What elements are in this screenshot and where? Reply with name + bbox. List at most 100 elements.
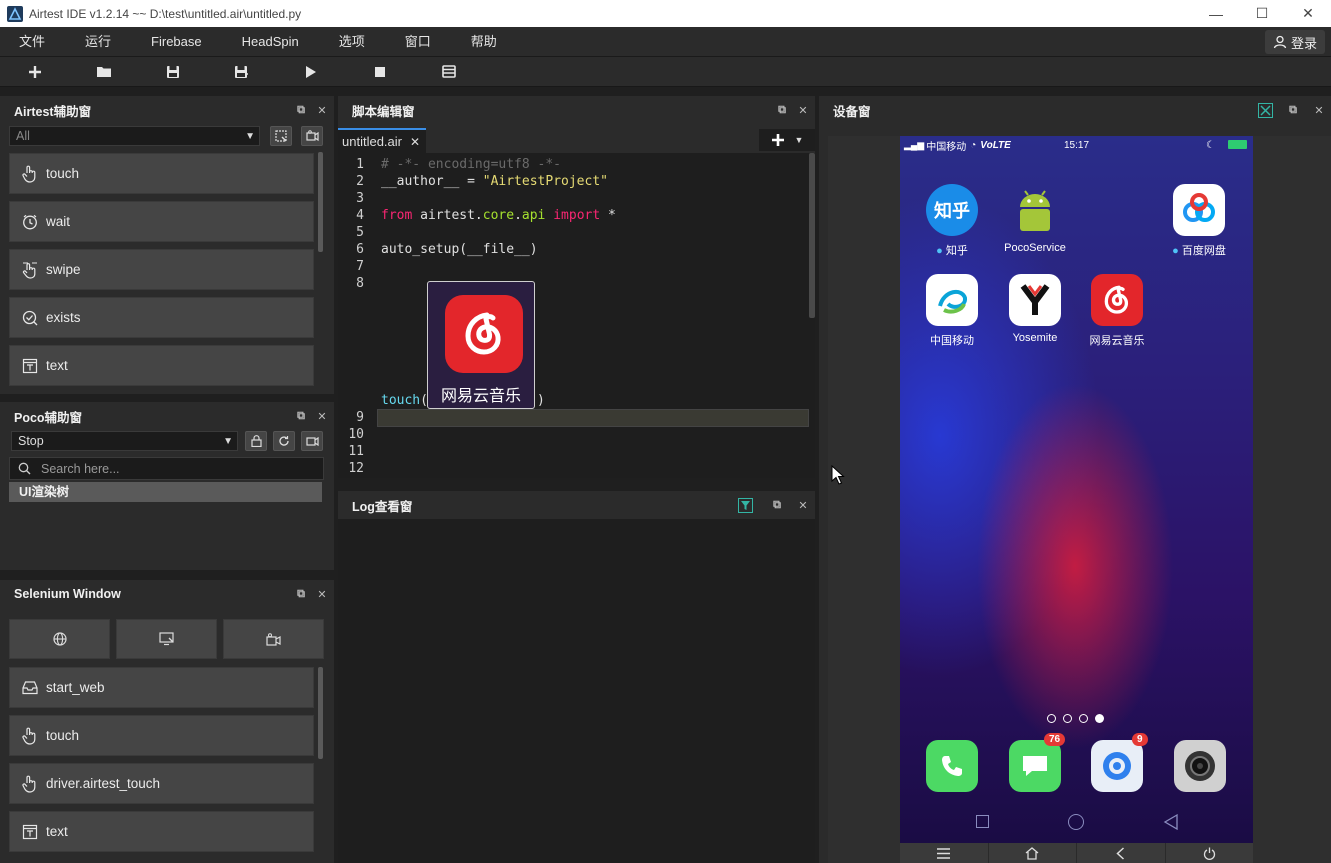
- menu-headspin[interactable]: HeadSpin: [222, 27, 319, 57]
- open-file-button[interactable]: [69, 57, 138, 87]
- refresh-button[interactable]: [273, 431, 295, 451]
- airtest-filter-value: All: [16, 129, 30, 143]
- app-china-mobile[interactable]: 中国移动: [917, 274, 987, 348]
- chevron-down-icon: ▼: [223, 436, 233, 447]
- template-image-thumbnail[interactable]: 网易云音乐: [427, 281, 535, 409]
- close-panel-icon[interactable]: ✕: [797, 499, 809, 512]
- airtest-swipe-button[interactable]: swipe: [9, 249, 314, 290]
- app-baidu-netdisk[interactable]: ● 百度网盘: [1164, 184, 1234, 258]
- airtest-touch-button[interactable]: touch: [9, 153, 314, 194]
- close-panel-icon[interactable]: ✕: [797, 104, 809, 117]
- line-number: 1: [356, 157, 364, 172]
- selenium-start-web-button[interactable]: start_web: [9, 667, 314, 708]
- airtest-scrollbar[interactable]: [318, 152, 323, 252]
- save-button[interactable]: [138, 57, 207, 87]
- close-panel-icon[interactable]: ✕: [316, 588, 328, 601]
- messages-badge: 76: [1044, 733, 1066, 746]
- float-panel-icon[interactable]: ⧉: [776, 104, 788, 117]
- menu-key-button[interactable]: [900, 843, 989, 863]
- selenium-airtest-touch-button[interactable]: driver.airtest_touch: [9, 763, 314, 804]
- poco-mode-value: Stop: [18, 434, 44, 448]
- play-icon: [305, 65, 316, 78]
- menu-firebase[interactable]: Firebase: [131, 27, 222, 57]
- code-editor[interactable]: 1 2 3 4 5 6 7 8 9 10 11 12 # -*- encodin…: [338, 153, 815, 478]
- app-pocoservice[interactable]: PocoService: [1000, 184, 1070, 254]
- device-screen[interactable]: ▂▄▆ 中国移动 ◔ VoLTE 15:17 ☾ 知乎 ● 知乎 PocoSer…: [900, 136, 1253, 843]
- run-button[interactable]: [276, 57, 345, 87]
- poco-search-box[interactable]: Search here...: [9, 457, 324, 480]
- ui-tree-root-item[interactable]: UI渲染树: [9, 482, 322, 502]
- airtest-exists-button[interactable]: exists: [9, 297, 314, 338]
- netease-music-app-icon: [445, 295, 523, 373]
- network-label: VoLTE: [980, 139, 1011, 151]
- dock-messages[interactable]: 76: [1000, 733, 1070, 798]
- float-panel-icon[interactable]: ⧉: [771, 499, 783, 512]
- stop-button[interactable]: [345, 57, 414, 87]
- menu-run[interactable]: 运行: [65, 27, 131, 57]
- screenshot-area-button[interactable]: [270, 126, 292, 146]
- tab-untitled-air[interactable]: untitled.air ✕: [338, 128, 426, 153]
- editor-scrollbar[interactable]: [809, 153, 815, 318]
- power-key-button[interactable]: [1166, 843, 1254, 863]
- lock-button[interactable]: [245, 431, 267, 451]
- app-yosemite[interactable]: Yosemite: [1000, 274, 1070, 344]
- float-panel-icon[interactable]: ⧉: [1287, 104, 1299, 117]
- wifi-icon: ◔: [970, 139, 977, 151]
- close-window-button[interactable]: ✕: [1285, 0, 1331, 27]
- recent-apps-icon[interactable]: [976, 815, 989, 828]
- tools-icon[interactable]: [1258, 102, 1273, 118]
- save-as-button[interactable]: [207, 57, 276, 87]
- close-tab-icon[interactable]: ✕: [410, 135, 420, 149]
- close-panel-icon[interactable]: ✕: [1313, 104, 1325, 117]
- record-button[interactable]: [301, 126, 323, 146]
- chevron-down-icon: ▼: [245, 131, 255, 142]
- report-button[interactable]: [414, 57, 483, 87]
- selenium-record-button[interactable]: [223, 619, 324, 659]
- home-key-button[interactable]: [989, 843, 1077, 863]
- poco-mode-dropdown[interactable]: Stop ▼: [11, 431, 238, 451]
- menu-options[interactable]: 选项: [319, 27, 385, 57]
- back-triangle-icon[interactable]: [1163, 814, 1179, 830]
- float-panel-icon[interactable]: ⧉: [295, 104, 307, 117]
- page-dot: [1063, 714, 1072, 723]
- new-tab-button[interactable]: ▼: [759, 129, 815, 151]
- dock-phone[interactable]: [917, 740, 987, 798]
- selenium-scrollbar[interactable]: [318, 667, 323, 759]
- float-panel-icon[interactable]: ⧉: [295, 410, 307, 423]
- close-panel-icon[interactable]: ✕: [316, 104, 328, 117]
- app-label-text: 知乎: [945, 245, 968, 257]
- save-icon: [166, 65, 179, 78]
- selenium-browser-button[interactable]: [9, 619, 110, 659]
- filter-icon[interactable]: [738, 497, 753, 513]
- menu-window[interactable]: 窗口: [385, 27, 451, 57]
- dock-camera[interactable]: [1165, 740, 1235, 798]
- home-circle-icon[interactable]: [1068, 814, 1084, 830]
- hamburger-icon: [937, 847, 951, 859]
- android-icon: [1009, 184, 1061, 236]
- app-netease-music[interactable]: 网易云音乐: [1082, 274, 1152, 348]
- chevron-down-icon[interactable]: ▼: [795, 135, 804, 145]
- menu-file[interactable]: 文件: [0, 27, 65, 57]
- home-icon: [1025, 846, 1039, 860]
- poco-record-button[interactable]: [301, 431, 323, 451]
- selenium-inspect-button[interactable]: [116, 619, 217, 659]
- float-panel-icon[interactable]: ⧉: [295, 588, 307, 601]
- login-button[interactable]: 登录: [1264, 30, 1325, 54]
- airtest-text-button[interactable]: text: [9, 345, 314, 386]
- dock-browser[interactable]: 9: [1082, 733, 1152, 798]
- menu-help[interactable]: 帮助: [451, 27, 517, 57]
- selenium-text-button[interactable]: text: [9, 811, 314, 852]
- airtest-filter-dropdown[interactable]: All ▼: [9, 126, 260, 146]
- close-panel-icon[interactable]: ✕: [316, 410, 328, 423]
- maximize-button[interactable]: ☐: [1239, 0, 1285, 27]
- airtest-wait-button[interactable]: wait: [9, 201, 314, 242]
- app-zhihu[interactable]: 知乎 ● 知乎: [917, 184, 987, 258]
- minimize-button[interactable]: —: [1193, 0, 1239, 27]
- poco-search-input[interactable]: Search here...: [41, 462, 120, 476]
- back-key-button[interactable]: [1077, 843, 1166, 863]
- editor-panel-title: 脚本编辑窗: [352, 104, 415, 119]
- new-file-button[interactable]: [0, 57, 69, 87]
- toolbar: [0, 57, 1331, 87]
- selenium-touch-button[interactable]: touch: [9, 715, 314, 756]
- clock-icon: [23, 214, 37, 229]
